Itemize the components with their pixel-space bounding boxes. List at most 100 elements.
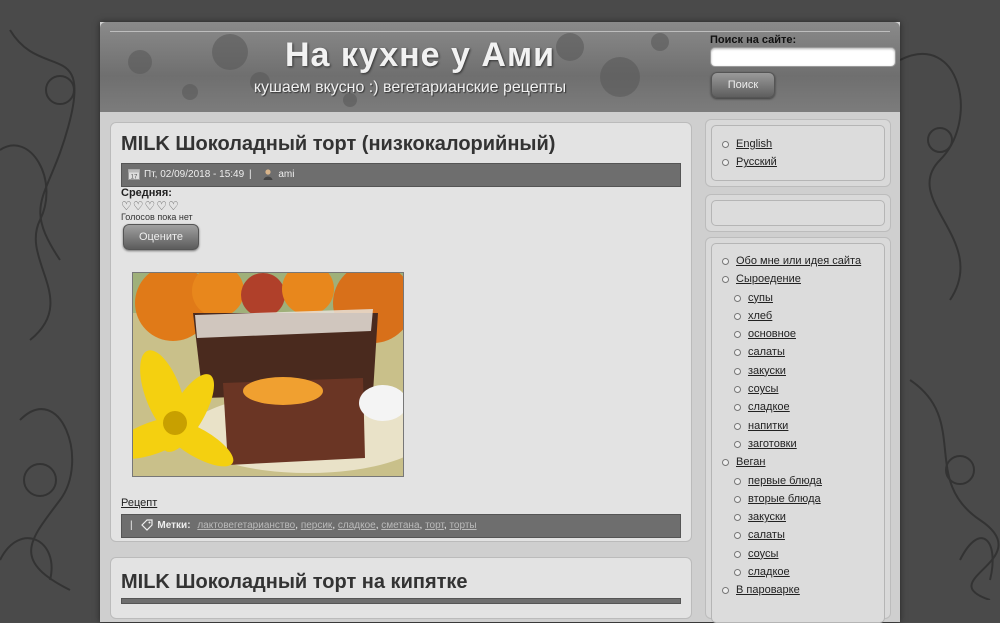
bullet-icon — [734, 495, 741, 503]
bullet-icon — [734, 532, 741, 540]
post-date: Пт, 02/09/2018 - 15:49 — [144, 169, 245, 180]
menu-item[interactable]: В пароварке — [712, 581, 884, 599]
menu-item-label: салаты — [748, 346, 785, 359]
article-title[interactable]: MILK Шоколадный торт на кипятке — [121, 571, 468, 594]
language-item-en[interactable]: English — [712, 135, 884, 153]
menu-item-label: Веган — [736, 456, 766, 469]
menu-item[interactable]: основное — [712, 325, 884, 343]
language-switcher-block: English Русский — [705, 119, 891, 187]
menu-item-label: Обо мне или идея сайта — [736, 255, 862, 267]
menu-item[interactable]: Веган — [712, 453, 884, 471]
bullet-icon — [722, 587, 729, 595]
bullet-icon — [722, 276, 729, 284]
menu-item[interactable]: напитки — [712, 417, 884, 435]
language-item-ru[interactable]: Русский — [712, 153, 884, 171]
post-author[interactable]: ami — [278, 169, 294, 180]
bullet-icon — [734, 514, 741, 522]
menu-item[interactable]: супы — [712, 289, 884, 307]
bullet-icon — [734, 422, 741, 430]
bullet-icon — [734, 331, 741, 339]
menu-item-label: сладкое — [748, 401, 790, 414]
tag-link[interactable]: лактовегетарианство — [197, 520, 295, 531]
tag-link[interactable]: персик — [301, 520, 333, 531]
menu-item[interactable]: сладкое — [712, 398, 884, 416]
rate-button[interactable]: Оцените — [123, 224, 199, 250]
menu-item[interactable]: соусы — [712, 545, 884, 563]
menu-item-label: закуски — [748, 511, 786, 524]
menu-item-label: закуски — [748, 364, 786, 377]
bullet-icon — [734, 349, 741, 357]
user-icon — [263, 169, 273, 181]
article-meta-bar — [121, 598, 681, 604]
menu-item-label: первые блюда — [748, 474, 822, 487]
bullet-icon — [734, 440, 741, 448]
tags-bar: | Метки: лактовегетарианство, персик, сл… — [121, 514, 681, 538]
menu-item[interactable]: соусы — [712, 380, 884, 398]
article-meta-bar: 17 Пт, 02/09/2018 - 15:49 | ami — [121, 163, 681, 187]
bullet-icon — [734, 550, 741, 558]
menu-item[interactable]: хлеб — [712, 307, 884, 325]
cake-photo[interactable] — [132, 272, 404, 477]
menu-item-label: супы — [748, 291, 773, 304]
rating-label: Средняя: — [121, 187, 172, 199]
tags-separator: | — [130, 520, 133, 531]
menu-item[interactable]: закуски — [712, 508, 884, 526]
header-rule — [110, 31, 890, 32]
bullet-icon — [734, 569, 741, 577]
categories-menu-block: Обо мне или идея сайта Сыроедение супы хлеб… — [705, 237, 891, 623]
bullet-icon — [722, 258, 729, 265]
search-button[interactable]: Поиск — [711, 72, 775, 98]
language-list: English Русский — [711, 125, 885, 181]
menu-item-label: вторые блюда — [748, 492, 821, 505]
tag-link[interactable]: сметана — [381, 520, 419, 531]
tag-link[interactable]: торт — [425, 520, 444, 531]
tag-link[interactable]: сладкое — [338, 520, 376, 531]
meta-separator: | — [248, 169, 252, 180]
menu-item[interactable]: Обо мне или идея сайта — [712, 252, 884, 270]
menu-item-label: сладкое — [748, 566, 790, 579]
bullet-icon — [722, 459, 729, 467]
menu-item[interactable]: салаты — [712, 343, 884, 361]
menu-item-label: хлеб — [748, 309, 773, 322]
site-slogan: кушаем вкусно :) вегетарианские рецепты — [253, 79, 567, 96]
bullet-icon — [734, 404, 741, 412]
empty-block-inner — [711, 200, 885, 226]
menu-item-label: соусы — [748, 547, 779, 560]
site-header: На кухне у Ами кушаем вкусно :) вегетари… — [100, 22, 900, 112]
bullet-icon — [734, 386, 741, 394]
bullet-icon — [734, 312, 741, 320]
site-title[interactable]: На кухне у Ами — [280, 36, 560, 75]
menu-item-label: заготовки — [748, 437, 797, 450]
menu-item-label: напитки — [748, 419, 789, 432]
svg-text:17: 17 — [131, 175, 138, 181]
calendar-icon: 17 — [128, 169, 140, 181]
menu-item[interactable]: закуски — [712, 362, 884, 380]
menu-item[interactable]: Сыроедение — [712, 270, 884, 288]
bullet-icon — [734, 294, 741, 302]
menu-item[interactable]: вторые блюда — [712, 490, 884, 508]
tag-link[interactable]: торты — [449, 520, 476, 531]
menu-item-label: соусы — [748, 383, 779, 396]
menu-item-label: салаты — [748, 529, 785, 542]
menu-item[interactable]: сладкое — [712, 563, 884, 581]
article-teaser-1: MILK Шоколадный торт (низкокалорийный) 1… — [110, 122, 692, 542]
tags-label: Метки: — [157, 520, 191, 531]
rating-stars[interactable]: ♡♡♡♡♡ — [121, 199, 180, 213]
menu-item[interactable]: заготовки — [712, 435, 884, 453]
votes-count: Голосов пока нет — [121, 212, 193, 222]
search-input[interactable] — [710, 47, 896, 67]
tag-icon — [141, 519, 153, 532]
menu-item-label: В пароварке — [736, 584, 800, 597]
recipe-link[interactable]: Рецепт — [121, 497, 157, 509]
menu-item[interactable]: первые блюда — [712, 472, 884, 490]
article-teaser-2: MILK Шоколадный торт на кипятке — [110, 557, 692, 619]
empty-block — [705, 194, 891, 232]
menu-item-label: основное — [748, 328, 796, 341]
menu-item[interactable]: салаты — [712, 526, 884, 544]
menu-item-label: Сыроедение — [736, 273, 801, 286]
bullet-icon — [734, 477, 741, 485]
categories-menu: Обо мне или идея сайта Сыроедение супы хлеб… — [711, 243, 885, 623]
article-title[interactable]: MILK Шоколадный торт (низкокалорийный) — [121, 133, 555, 156]
bullet-icon — [734, 367, 741, 375]
search-label: Поиск на сайте: — [710, 34, 797, 46]
